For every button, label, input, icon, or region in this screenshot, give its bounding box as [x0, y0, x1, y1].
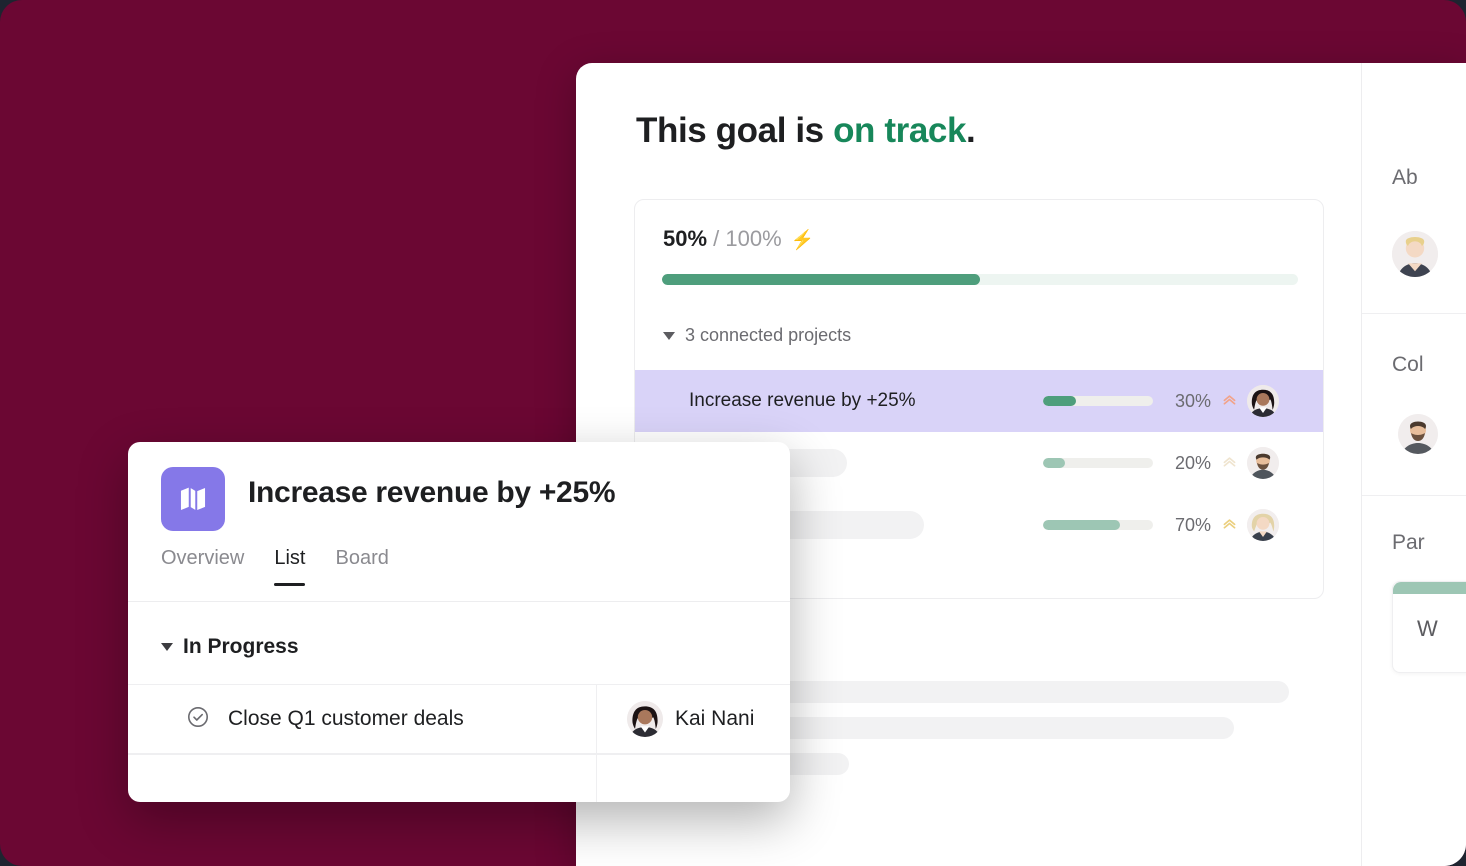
lightning-bolt-icon: ⚡ [791, 230, 815, 251]
project-map-icon [161, 467, 225, 531]
task-list: Close Q1 customer deals Kai Nani [128, 684, 790, 802]
task-section-title: In Progress [183, 635, 299, 659]
app-background: This goal is on track. 50% / 100% ⚡ 3 co… [0, 0, 1466, 866]
tab-overview[interactable]: Overview [161, 547, 244, 586]
project-percent-label: 70% [1163, 515, 1211, 536]
sidebar-section-about: Ab [1392, 166, 1418, 190]
task-assignee-cell [596, 755, 790, 802]
avatar [627, 701, 663, 737]
goal-detail-sidebar: Ab Col Par W [1361, 63, 1466, 866]
priority-chevron-icon [1221, 391, 1238, 411]
goal-progress-bar [662, 274, 1298, 285]
project-progress-bar [1043, 520, 1153, 530]
connected-projects-label: 3 connected projects [685, 325, 851, 346]
chevron-down-icon [663, 332, 675, 340]
project-progress-fill [1043, 520, 1120, 530]
project-progress-bar [1043, 396, 1153, 406]
circle-check-icon[interactable] [186, 705, 210, 734]
add-task-row[interactable] [128, 754, 790, 802]
task-row[interactable]: Close Q1 customer deals Kai Nani [128, 684, 790, 754]
goal-status-text: on track [833, 111, 966, 150]
current-percent: 50% [663, 226, 707, 251]
sidebar-section-parent-goal: Par [1392, 531, 1425, 555]
avatar [1398, 414, 1438, 454]
card-color-bar [1393, 582, 1466, 594]
tab-board[interactable]: Board [335, 547, 388, 586]
project-progress-bar [1043, 458, 1153, 468]
project-preview-popup: Increase revenue by +25% Overview List Boa… [128, 442, 790, 802]
tab-list[interactable]: List [274, 547, 305, 586]
avatar [1247, 385, 1279, 417]
target-percent: 100% [725, 226, 781, 251]
avatar [1247, 509, 1279, 541]
divider [1362, 495, 1466, 496]
chevron-down-icon [161, 643, 173, 651]
avatar [1392, 231, 1438, 277]
connected-project-row[interactable]: Increase revenue by +25% 30% [635, 370, 1323, 432]
project-percent-label: 20% [1163, 453, 1211, 474]
task-section-toggle[interactable]: In Progress [161, 635, 299, 659]
avatar [1247, 447, 1279, 479]
task-assignee-name: Kai Nani [675, 707, 754, 731]
priority-chevron-icon [1221, 453, 1238, 473]
popup-header: Increase revenue by +25% Overview List Boa… [128, 442, 790, 602]
parent-goal-card-label: W [1393, 594, 1466, 642]
project-progress-fill [1043, 458, 1065, 468]
task-assignee-cell[interactable]: Kai Nani [596, 685, 790, 753]
popup-tab-bar: Overview List Board [161, 547, 389, 586]
progress-percent-row: 50% / 100% ⚡ [663, 226, 815, 252]
percent-separator: / [713, 226, 719, 251]
connected-project-name: Increase revenue by +25% [689, 390, 916, 412]
headline-prefix: This goal is [636, 111, 833, 150]
project-progress-fill [1043, 396, 1076, 406]
divider [1362, 313, 1466, 314]
priority-chevron-icon [1221, 515, 1238, 535]
page-title: This goal is on track. [636, 111, 975, 151]
goal-progress-fill [662, 274, 980, 285]
headline-suffix: . [966, 111, 975, 150]
connected-projects-toggle[interactable]: 3 connected projects [663, 325, 851, 346]
task-name: Close Q1 customer deals [228, 707, 464, 731]
sidebar-section-collaborators: Col [1392, 353, 1424, 377]
project-title: Increase revenue by +25% [248, 476, 615, 510]
project-percent-label: 30% [1163, 391, 1211, 412]
parent-goal-card[interactable]: W [1392, 581, 1466, 673]
